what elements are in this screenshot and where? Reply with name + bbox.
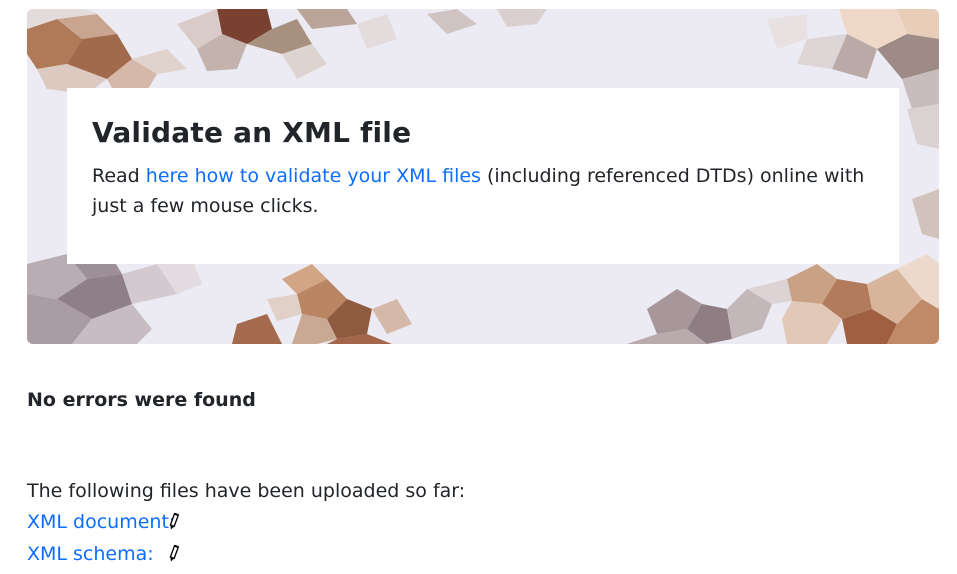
- xml-document-link[interactable]: XML document:: [27, 511, 175, 533]
- hero-description: Read here how to validate your XML files…: [92, 161, 872, 221]
- validation-result-message: No errors were found: [27, 389, 256, 411]
- page-title: Validate an XML file: [92, 116, 412, 149]
- uploaded-file-xml-schema: XML schema:: [27, 540, 180, 568]
- hero-banner: Validate an XML file Read here how to va…: [27, 9, 939, 344]
- xml-schema-link[interactable]: XML schema:: [27, 543, 154, 565]
- pencil-icon[interactable]: [167, 540, 181, 566]
- hero-text-before: Read: [92, 165, 146, 187]
- pencil-icon[interactable]: [167, 508, 181, 534]
- validation-help-link[interactable]: here how to validate your XML files: [146, 165, 481, 187]
- hero-card: Validate an XML file Read here how to va…: [67, 88, 899, 264]
- uploaded-file-xml-document: XML document:: [27, 508, 180, 536]
- uploaded-files-intro: The following files have been uploaded s…: [27, 480, 466, 502]
